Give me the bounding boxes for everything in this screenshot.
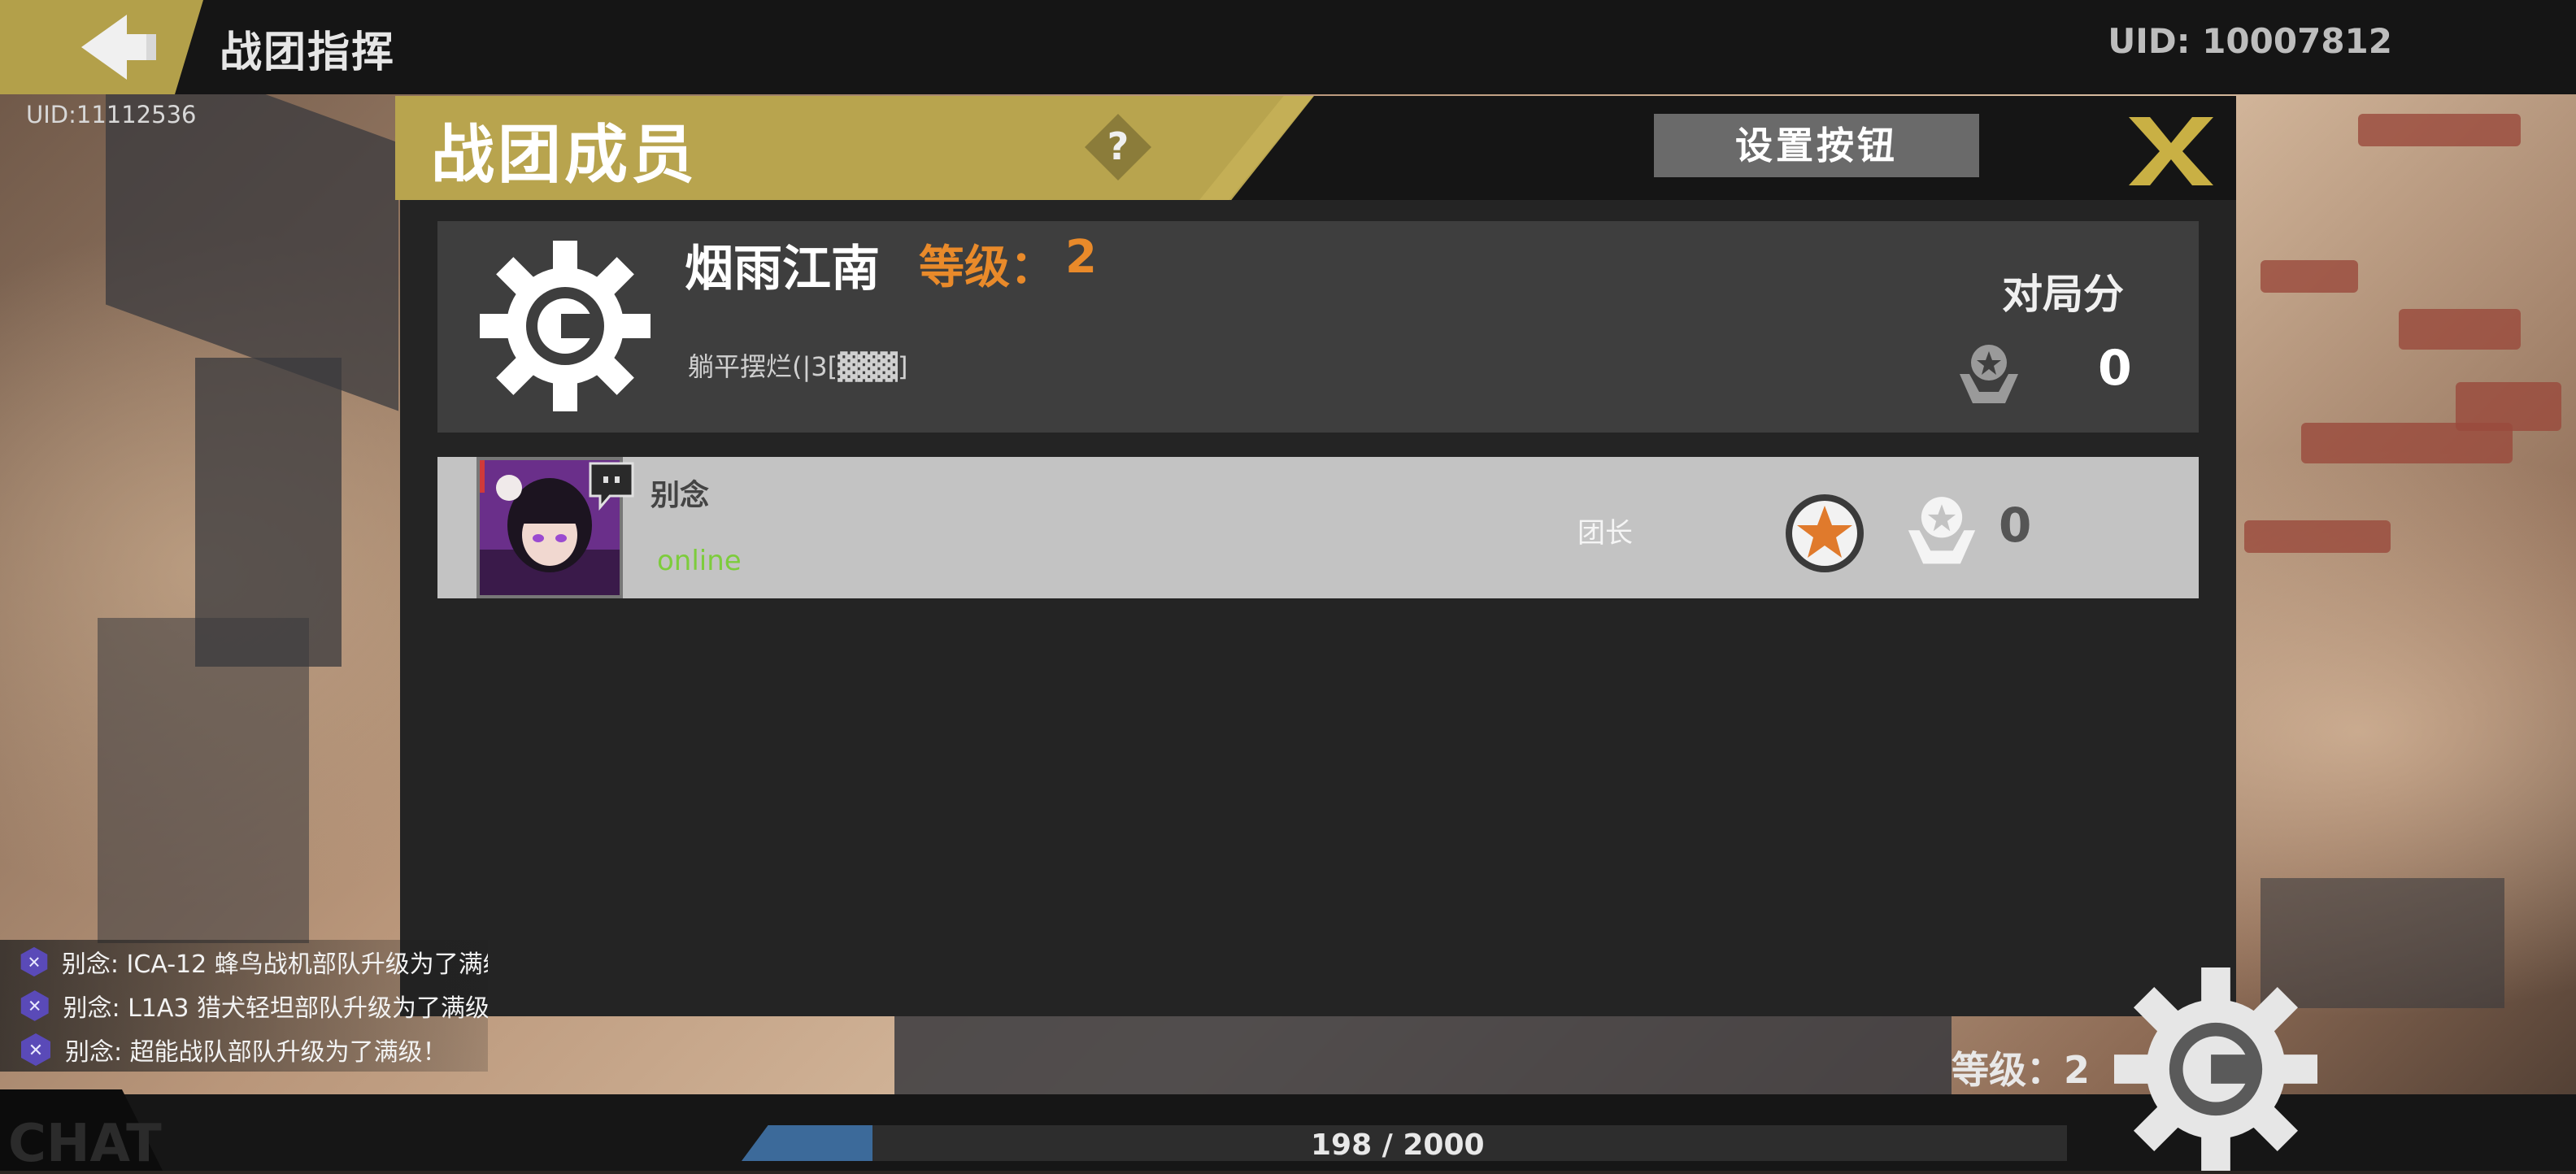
clan-badge-icon: ✕ xyxy=(20,990,49,1021)
member-role: 团长 xyxy=(1577,517,1633,550)
settings-button[interactable]: 设置按钮 xyxy=(1654,114,1979,177)
chat-line: ✕ 别念: ICA-12 蜂鸟战机部队升级为了满级！ xyxy=(0,940,488,984)
sub-uid: UID:11112536 xyxy=(26,101,197,128)
svg-text:✕: ✕ xyxy=(28,1041,43,1061)
member-score: 0 xyxy=(1999,498,2032,553)
svg-text:✕: ✕ xyxy=(28,997,41,1016)
svg-text:?: ? xyxy=(1107,124,1129,168)
gear-emblem-icon[interactable] xyxy=(2114,967,2317,1171)
match-score-value: 0 xyxy=(2098,340,2132,397)
chat-message: 别念: ICA-12 蜂鸟战机部队升级为了满级！ xyxy=(61,950,488,979)
chat-bubble-icon[interactable] xyxy=(585,459,637,511)
chat-message: 别念: L1A3 猎犬轻坦部队升级为了满级！ xyxy=(63,994,488,1023)
clan-name: 烟雨江南 xyxy=(685,241,880,298)
back-button[interactable] xyxy=(0,0,203,94)
clan-badge-icon: ✕ xyxy=(20,946,48,977)
player-level: 等级：2 xyxy=(1952,1048,2091,1092)
xp-progress-text: 198 / 2000 xyxy=(1311,1128,1485,1162)
close-x-icon[interactable] xyxy=(2122,114,2220,189)
clan-motto: 躺平摆烂(|3[▓▓▓] xyxy=(688,351,908,382)
gear-emblem-icon xyxy=(480,241,651,411)
chat-log: ✕ 别念: ICA-12 蜂鸟战机部队升级为了满级！ ✕ 别念: L1A3 猎犬… xyxy=(0,940,488,1072)
chat-message: 别念: 超能战队部队升级为了满级！ xyxy=(65,1038,447,1067)
question-diamond-icon[interactable]: ? xyxy=(1083,112,1153,182)
trophy-hand-icon xyxy=(1908,497,1976,564)
back-arrow-icon xyxy=(81,15,156,80)
member-name: 别念 xyxy=(651,479,710,512)
clan-level-label: 等级： xyxy=(919,241,1055,294)
svg-text:✕: ✕ xyxy=(28,952,41,972)
clan-badge-icon: ✕ xyxy=(21,1033,50,1066)
match-score-label: 对局分 xyxy=(2002,271,2124,318)
trophy-hand-icon xyxy=(1960,345,2018,403)
star-rank-icon xyxy=(1786,494,1864,572)
member-online-status: online xyxy=(657,545,742,577)
dialog-title: 战团成员 xyxy=(431,119,698,192)
page-title: 战团指挥 xyxy=(220,28,396,77)
clan-level-value: 2 xyxy=(1065,231,1097,284)
chat-button-label: CHAT xyxy=(8,1114,162,1174)
chat-line: ✕ 别念: L1A3 猎犬轻坦部队升级为了满级！ xyxy=(0,984,488,1028)
player-uid: UID: 10007812 xyxy=(2108,21,2392,61)
chat-line: ✕ 别念: 超能战队部队升级为了满级！ xyxy=(0,1028,488,1072)
